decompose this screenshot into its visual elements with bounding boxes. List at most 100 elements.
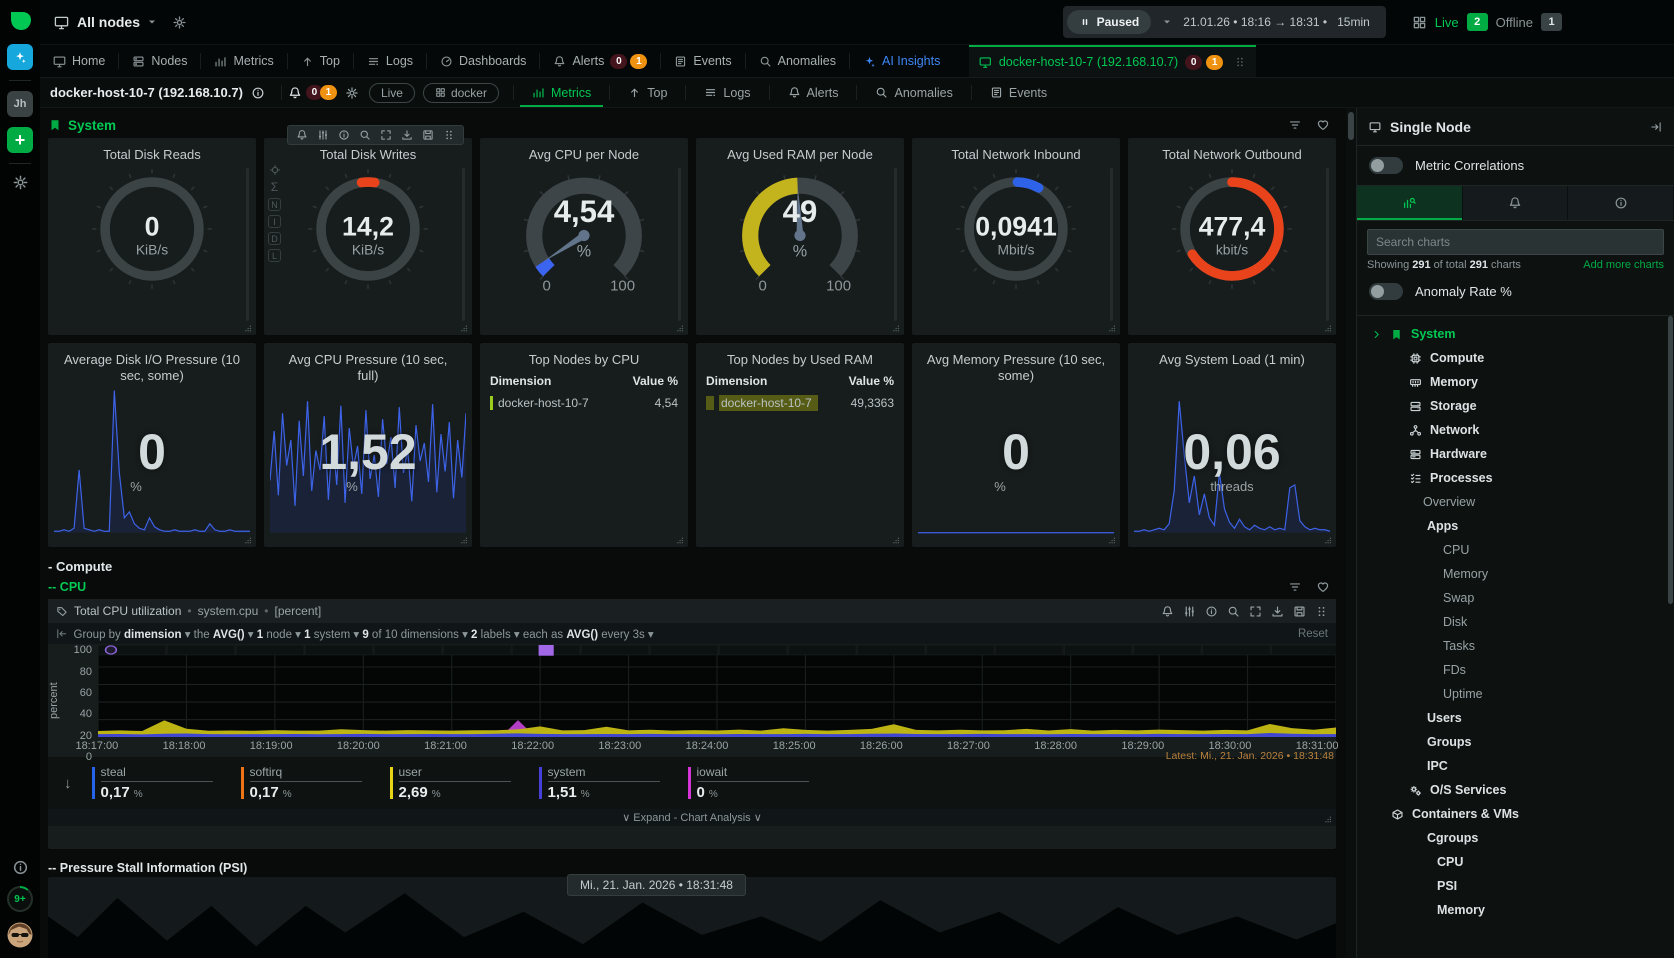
cpu-chart-canvas[interactable] <box>98 645 1336 737</box>
card-avg-cpu-pressure-10-sec-full-[interactable]: Avg CPU Pressure (10 sec, full)1,52% <box>264 343 472 547</box>
subtab-anomalies[interactable]: Anomalies <box>863 78 964 107</box>
legend-item-steal[interactable]: steal0,17% <box>92 765 213 801</box>
save-icon[interactable] <box>422 129 434 141</box>
search-charts-input[interactable] <box>1367 229 1664 255</box>
sidebar-item-disk[interactable]: Disk <box>1357 610 1674 634</box>
scrollbar-thumb[interactable] <box>1348 112 1354 140</box>
gauge-card-total-disk-reads[interactable]: Total Disk Reads0KiB/s <box>48 138 256 335</box>
tab-grip-icon[interactable] <box>1234 56 1246 68</box>
anomaly-icon[interactable] <box>106 646 117 654</box>
nav-tab-alerts[interactable]: Alerts01 <box>540 45 660 77</box>
alerts-icon[interactable] <box>296 129 308 141</box>
download-icon[interactable] <box>401 129 413 141</box>
tab-charts[interactable] <box>1357 186 1463 220</box>
sidebar-item-apps[interactable]: Apps <box>1357 514 1674 538</box>
chart-title[interactable]: Total CPU utilization <box>74 604 181 618</box>
user-avatar[interactable] <box>7 922 33 948</box>
sidebar-scrollbar-thumb[interactable] <box>1668 316 1673 604</box>
filter-funnel-icon[interactable] <box>1288 580 1302 594</box>
sidebar-item-cpu[interactable]: CPU <box>1357 850 1674 874</box>
sidebar-item-uptime[interactable]: Uptime <box>1357 682 1674 706</box>
caret-down-icon[interactable] <box>1161 16 1173 28</box>
collapse-sidebar-icon[interactable] <box>1650 121 1662 133</box>
sidebar-item-compute[interactable]: Compute <box>1357 346 1674 370</box>
compute-section-title[interactable]: - Compute <box>48 559 1336 577</box>
resize-handle-icon[interactable] <box>1321 321 1333 333</box>
resize-handle-icon[interactable] <box>889 533 901 545</box>
filters-icon[interactable] <box>1183 605 1196 618</box>
n-dimension-icon[interactable]: N <box>268 198 281 211</box>
anomalies-icon[interactable] <box>1227 605 1240 618</box>
legend-item-iowait[interactable]: iowait0% <box>688 765 809 801</box>
resize-handle-icon[interactable] <box>1105 533 1117 545</box>
nav-tab-ai-insights[interactable]: AI Insights <box>850 45 953 77</box>
add-space-button[interactable]: + <box>7 127 33 153</box>
resize-handle-icon[interactable] <box>1321 533 1333 545</box>
legend-item-user[interactable]: user2,69% <box>390 765 511 801</box>
sidebar-item-containers-vms[interactable]: Containers & VMs <box>1357 802 1674 826</box>
sidebar-item-storage[interactable]: Storage <box>1357 394 1674 418</box>
sidebar-item-system[interactable]: System <box>1357 322 1674 346</box>
section-title[interactable]: System <box>68 118 116 133</box>
card-avg-memory-pressure-10-sec-some-[interactable]: Avg Memory Pressure (10 sec, some)0% <box>912 343 1120 547</box>
gauge-card-total-network-outbound[interactable]: Total Network Outbound477,4kbit/s <box>1128 138 1336 335</box>
nav-tab-anomalies[interactable]: Anomalies <box>746 45 849 77</box>
nav-tab-events[interactable]: Events <box>661 45 744 77</box>
card-avg-system-load-1-min-[interactable]: Avg System Load (1 min)0,06threads <box>1128 343 1336 547</box>
sidebar-item-fds[interactable]: FDs <box>1357 658 1674 682</box>
resize-handle-icon[interactable] <box>1321 812 1333 824</box>
filters-icon[interactable] <box>317 129 329 141</box>
gauge-card-total-network-inbound[interactable]: Total Network Inbound0,0941Mbit/s <box>912 138 1120 335</box>
alerts-icon[interactable] <box>1161 605 1174 618</box>
metric-correlations-toggle[interactable] <box>1369 157 1403 174</box>
d-dimension-icon[interactable]: D <box>268 232 281 245</box>
node-settings-gear-icon[interactable] <box>345 86 359 100</box>
expand-icon[interactable] <box>380 129 392 141</box>
sidebar-item-hardware[interactable]: Hardware <box>1357 442 1674 466</box>
add-more-charts-link[interactable]: Add more charts <box>1583 259 1664 271</box>
expand-icon[interactable] <box>1249 605 1262 618</box>
table-row[interactable]: docker-host-10-749,3363 <box>706 393 894 412</box>
subtab-metrics[interactable]: Metrics <box>520 78 603 107</box>
download-icon[interactable] <box>1271 605 1284 618</box>
legend-item-system[interactable]: system1,51% <box>539 765 660 801</box>
play-pause-button[interactable]: Paused <box>1067 10 1152 34</box>
nav-tab-top[interactable]: Top <box>288 45 353 77</box>
info-icon[interactable] <box>338 129 350 141</box>
main-scrollbar[interactable] <box>1346 108 1356 958</box>
reset-button[interactable]: Reset <box>1298 628 1328 640</box>
space-button-jh[interactable]: Jh <box>7 91 33 117</box>
caret-down-icon[interactable] <box>146 16 158 28</box>
ai-assistant-button[interactable] <box>7 44 33 70</box>
crosshair-icon[interactable] <box>269 164 281 176</box>
tab-info[interactable] <box>1568 186 1674 220</box>
nodes-settings-gear-icon[interactable] <box>172 15 187 30</box>
date-range[interactable]: 21.01.26 • 18:16 → 18:31 • <box>1183 15 1327 29</box>
column-value[interactable]: Value % <box>633 374 678 388</box>
group-by-settings[interactable]: Group by dimension ▾ the AVG() ▾ 1 node … <box>74 627 654 641</box>
tab-alerts[interactable] <box>1463 186 1569 220</box>
gauge-card-total-disk-writes[interactable]: ΣNIDLTotal Disk Writes14,2KiB/s <box>264 138 472 335</box>
card-top-nodes-by-used-ram[interactable]: Top Nodes by Used RAMDimensionValue %doc… <box>696 343 904 547</box>
nav-tab-nodes[interactable]: Nodes <box>119 45 200 77</box>
node-selector[interactable]: All nodes <box>77 14 140 30</box>
column-dimension[interactable]: Dimension <box>706 374 767 388</box>
nav-tab-home[interactable]: Home <box>40 45 118 77</box>
sidebar-item-cpu[interactable]: CPU <box>1357 538 1674 562</box>
subtab-alerts[interactable]: Alerts <box>776 78 851 107</box>
anomaly-marker[interactable] <box>539 645 554 656</box>
node-info-icon[interactable] <box>251 86 265 100</box>
docker-label-pill[interactable]: docker <box>423 83 499 103</box>
live-status-pill[interactable]: Live <box>369 83 415 103</box>
subtab-logs[interactable]: Logs <box>692 78 762 107</box>
sidebar-item-tasks[interactable]: Tasks <box>1357 634 1674 658</box>
resize-handle-icon[interactable] <box>1105 321 1117 333</box>
legend-item-softirq[interactable]: softirq0,17% <box>241 765 362 801</box>
collapse-filters-icon[interactable] <box>56 628 68 640</box>
card-top-nodes-by-cpu[interactable]: Top Nodes by CPUDimensionValue %docker-h… <box>480 343 688 547</box>
nav-tab-dashboards[interactable]: Dashboards <box>427 45 539 77</box>
filter-funnel-icon[interactable] <box>1288 118 1302 132</box>
resize-handle-icon[interactable] <box>241 321 253 333</box>
live-label[interactable]: Live <box>1435 15 1459 30</box>
legend-sort-arrow-icon[interactable]: ↓ <box>64 775 72 792</box>
